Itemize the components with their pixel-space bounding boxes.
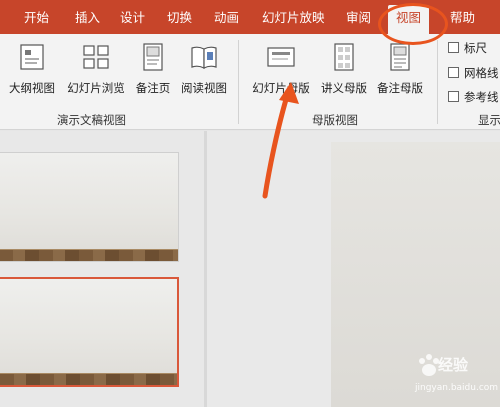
ruler-checkbox[interactable]: 标尺 (448, 40, 487, 56)
ribbon-separator (437, 40, 438, 124)
notes-master-label: 备注母版 (377, 81, 423, 95)
guides-checkbox[interactable]: 参考线 (448, 89, 499, 105)
show-group-label: 显示 (478, 113, 500, 127)
slide-thumbnail-1[interactable] (0, 152, 179, 262)
slide-sorter-button[interactable]: 幻灯片浏览 (62, 40, 130, 102)
tab-insert[interactable]: 插入 (75, 8, 100, 28)
slide-master-icon (267, 47, 295, 67)
tab-review[interactable]: 审阅 (346, 8, 371, 28)
gridlines-label: 网格线 (464, 66, 499, 80)
wood-floor-graphic (0, 373, 177, 385)
wood-floor-graphic (0, 249, 178, 261)
annotation-circle (378, 3, 448, 45)
ribbon-panel: 大纲视图 幻灯片浏览 备注页 阅读视图 演示文稿视图 幻灯片母版 讲义母版 备注… (0, 34, 500, 130)
slide-sorter-label: 幻灯片浏览 (67, 81, 125, 95)
handout-master-button[interactable]: 讲义母版 (316, 40, 372, 102)
reading-view-icon (191, 46, 217, 69)
notes-page-icon (143, 43, 163, 71)
slide-thumbnail-pane (0, 131, 204, 407)
watermark-text: 经验 (438, 356, 469, 374)
checkbox-box[interactable] (448, 42, 459, 53)
watermark-url: jingyan.baidu.com (415, 383, 499, 393)
ruler-label: 标尺 (464, 41, 487, 55)
notes-master-button[interactable]: 备注母版 (372, 40, 428, 102)
tab-animations[interactable]: 动画 (214, 8, 239, 28)
tab-home[interactable]: 开始 (24, 8, 49, 28)
guides-label: 参考线 (464, 90, 499, 104)
notes-page-label: 备注页 (135, 81, 171, 95)
checkbox-box[interactable] (448, 67, 459, 78)
tab-design[interactable]: 设计 (120, 8, 145, 28)
presentation-views-group-label: 演示文稿视图 (57, 113, 126, 127)
ribbon-separator (238, 40, 239, 124)
outline-view-button[interactable]: 大纲视图 (4, 40, 60, 102)
handout-master-icon (334, 43, 354, 71)
gridlines-checkbox[interactable]: 网格线 (448, 65, 499, 81)
tab-transitions[interactable]: 切换 (167, 8, 192, 28)
notes-master-icon (390, 43, 410, 71)
master-views-group-label: 母版视图 (312, 113, 358, 127)
outline-view-label: 大纲视图 (9, 81, 55, 95)
checkbox-box[interactable] (448, 91, 459, 102)
reading-view-label: 阅读视图 (181, 81, 227, 95)
slide-sorter-icon (83, 45, 109, 69)
reading-view-button[interactable]: 阅读视图 (177, 40, 231, 102)
tab-slide-show[interactable]: 幻灯片放映 (262, 8, 325, 28)
slide-thumbnail-2[interactable] (0, 277, 179, 387)
notes-page-button[interactable]: 备注页 (130, 40, 176, 102)
handout-master-label: 讲义母版 (321, 81, 367, 95)
tab-help[interactable]: 帮助 (450, 8, 475, 28)
outline-view-icon (20, 44, 44, 70)
annotation-arrow (262, 82, 299, 199)
